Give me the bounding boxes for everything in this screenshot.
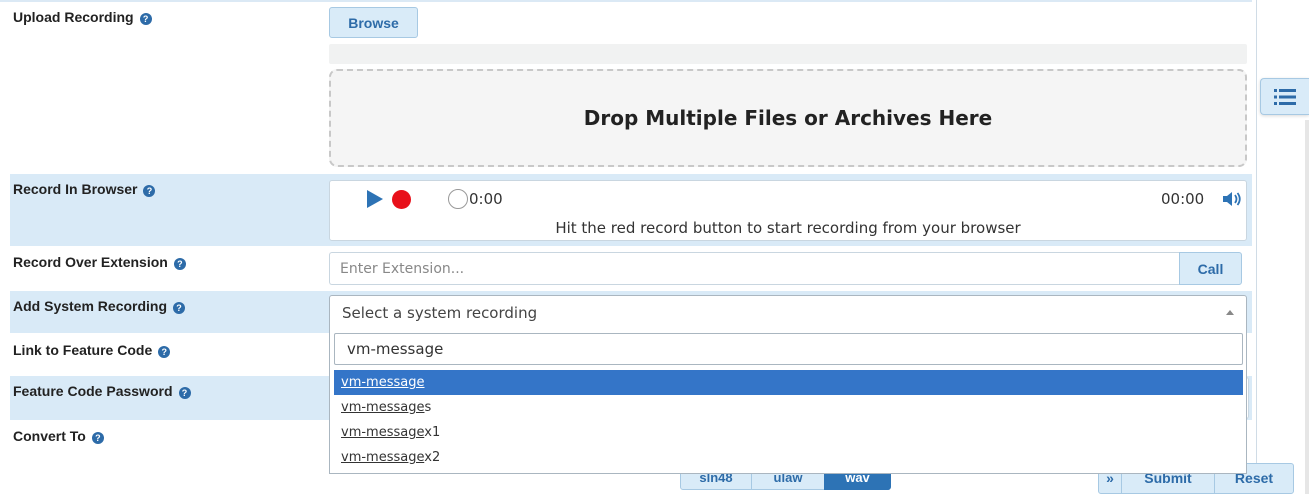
dropdown-option[interactable]: vm-messagex2: [334, 445, 1243, 470]
dropdown-option[interactable]: vm-messages: [334, 395, 1243, 420]
question-circle-icon[interactable]: ?: [173, 258, 186, 270]
dropzone-text: Drop Multiple Files or Archives Here: [583, 106, 993, 130]
convert-to-text: Convert To: [13, 428, 86, 444]
upload-recording-text: Upload Recording: [13, 9, 134, 25]
list-icon: [1274, 89, 1296, 105]
option-match: vm-message: [341, 425, 425, 440]
system-recording-dropdown: vm-message vm-messages vm-messagex1 vm-m…: [329, 328, 1247, 474]
link-feature-code-text: Link to Feature Code: [13, 342, 153, 358]
total-time: 00:00: [1161, 190, 1205, 208]
system-recording-select[interactable]: Select a system recording: [329, 295, 1247, 329]
question-circle-icon[interactable]: ?: [158, 346, 171, 358]
add-system-recording-label: Add System Recording?: [13, 298, 186, 314]
browser-recorder: 0:00 00:00 Hit the red record button to …: [329, 180, 1247, 241]
caret-up-icon: [1226, 310, 1234, 315]
option-rest: x1: [424, 425, 441, 440]
question-circle-icon[interactable]: ?: [173, 302, 186, 314]
form-frame: Upload Recording? Browse Drop Multiple F…: [0, 0, 1257, 494]
feature-code-password-text: Feature Code Password: [13, 383, 173, 399]
volume-icon[interactable]: [1222, 190, 1244, 208]
file-dropzone[interactable]: Drop Multiple Files or Archives Here: [329, 69, 1247, 167]
record-over-extension-text: Record Over Extension: [13, 254, 168, 270]
dropdown-search-input[interactable]: [334, 333, 1243, 365]
record-in-browser-text: Record In Browser: [13, 181, 138, 197]
dropdown-option[interactable]: vm-messagex1: [334, 420, 1243, 445]
dropdown-option[interactable]: vm-message: [334, 370, 1243, 395]
add-system-recording-text: Add System Recording: [13, 298, 168, 314]
option-rest: s: [424, 400, 432, 415]
option-match: vm-message: [341, 450, 425, 465]
record-over-extension-label: Record Over Extension?: [13, 254, 186, 270]
option-match: vm-message: [341, 400, 425, 415]
record-icon[interactable]: [392, 190, 411, 209]
upload-progress-bar: [329, 44, 1247, 64]
extension-input[interactable]: [329, 252, 1179, 285]
upload-recording-label: Upload Recording?: [13, 9, 152, 25]
current-time: 0:00: [469, 190, 503, 208]
page-scrollbar[interactable]: [1305, 120, 1309, 494]
play-icon[interactable]: [367, 190, 383, 208]
recorder-hint: Hit the red record button to start recor…: [555, 219, 1021, 237]
side-panel-toggle[interactable]: [1260, 78, 1309, 115]
link-feature-code-label: Link to Feature Code?: [13, 342, 171, 358]
question-circle-icon[interactable]: ?: [139, 13, 152, 25]
question-circle-icon[interactable]: ?: [91, 432, 104, 444]
call-button[interactable]: Call: [1179, 252, 1242, 285]
seek-knob[interactable]: [448, 189, 468, 209]
question-circle-icon[interactable]: ?: [143, 185, 156, 197]
option-rest: x2: [424, 450, 441, 465]
convert-to-label: Convert To?: [13, 428, 104, 444]
option-match: vm-message: [341, 375, 425, 390]
question-circle-icon[interactable]: ?: [178, 387, 191, 399]
browse-button[interactable]: Browse: [329, 7, 418, 38]
record-in-browser-label: Record In Browser?: [13, 181, 156, 197]
feature-code-password-label: Feature Code Password?: [13, 383, 191, 399]
select-placeholder: Select a system recording: [342, 304, 538, 322]
